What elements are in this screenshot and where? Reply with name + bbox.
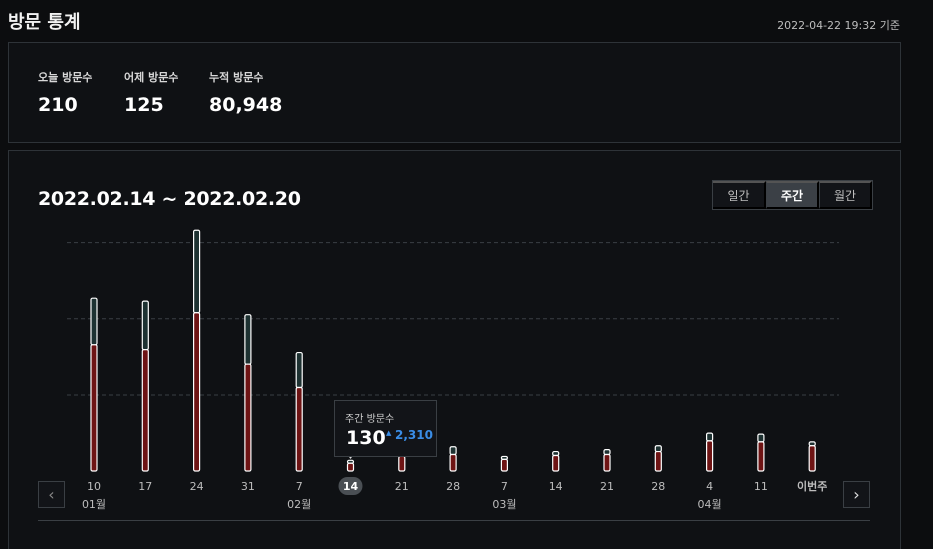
next-page-button[interactable]: ›	[843, 481, 870, 508]
x-tick-label: 28	[446, 480, 460, 493]
chevron-left-icon: ‹	[48, 485, 55, 504]
x-tick-label: 7	[501, 480, 508, 493]
stat-value: 125	[124, 94, 164, 116]
x-tick-label: 24	[190, 480, 204, 493]
stat-today: 오늘 방문수 210	[38, 69, 92, 116]
x-tick-label: 이번주	[797, 479, 827, 493]
month-label: 03월	[492, 498, 516, 511]
x-tick-label: 17	[138, 480, 152, 493]
bar-upper	[705, 432, 714, 442]
bar-lower	[141, 349, 149, 472]
x-tick-label: 7	[296, 480, 303, 493]
stat-label: 어제 방문수	[124, 71, 179, 84]
bar-lower	[705, 440, 714, 472]
stat-total: 누적 방문수 80,948	[209, 69, 282, 116]
month-label: 02월	[287, 498, 311, 511]
stat-value: 80,948	[209, 94, 283, 116]
x-tick-label: 21	[600, 480, 614, 493]
bar-lower	[193, 312, 201, 472]
bar-upper	[603, 449, 611, 456]
bar-lower	[295, 386, 303, 472]
x-tick-label: 28	[651, 480, 665, 493]
chart-tooltip: 주간 방문수 130 ▲ 2,310	[334, 400, 437, 457]
bar-upper	[295, 351, 303, 389]
bar-lower	[552, 454, 560, 472]
bar-upper	[141, 300, 149, 351]
x-tick-label: 31	[241, 480, 255, 493]
stat-label: 오늘 방문수	[38, 71, 93, 84]
summary-card: 오늘 방문수 210 어제 방문수 125 누적 방문수 80,948	[8, 42, 901, 143]
x-tick-label: 14	[549, 480, 563, 493]
tooltip-label: 주간 방문수	[345, 414, 395, 425]
weekly-visits-chart: 10 17 24 31 7 14 21 28 7 14 21 28 4 11 이번주 01월 02월 03월 04월	[67, 229, 839, 511]
chart-card: 2022.02.14 ~ 2022.02.20 일간 주간 월간 10 17 24 3…	[8, 150, 901, 549]
x-tick-label: 10	[87, 480, 101, 493]
bar-upper	[757, 433, 765, 443]
chart-divider	[38, 520, 870, 521]
stat-label: 누적 방문수	[209, 71, 264, 84]
bar-lower	[500, 458, 508, 472]
x-tick-label: 14	[343, 480, 359, 493]
bar-lower	[808, 445, 816, 472]
stat-yesterday: 어제 방문수 125	[124, 69, 178, 116]
bar-lower	[90, 344, 98, 472]
bar-upper	[654, 445, 662, 453]
page-title: 방문 통계	[8, 12, 81, 33]
bar-upper	[449, 446, 457, 456]
bar-upper	[193, 229, 201, 314]
bar-lower	[244, 363, 252, 472]
timestamp: 2022-04-22 19:32 기준	[777, 19, 900, 32]
x-tick-label: 11	[754, 480, 768, 493]
bar-lower	[449, 453, 457, 472]
bar-lower	[603, 453, 611, 472]
chevron-right-icon: ›	[853, 485, 860, 504]
bar-lower	[654, 450, 662, 472]
bar-lower	[757, 441, 765, 472]
month-label: 04월	[698, 498, 722, 511]
bar-lower	[398, 455, 406, 472]
bar-upper	[90, 297, 98, 346]
tooltip-value: 130	[346, 427, 386, 449]
prev-page-button[interactable]: ‹	[38, 481, 65, 508]
tooltip-total: 2,310	[395, 428, 433, 442]
bar-lower	[346, 462, 355, 472]
month-label: 01월	[82, 498, 106, 511]
bar-upper	[244, 314, 252, 365]
stat-value: 210	[38, 94, 78, 116]
x-tick-label: 4	[706, 480, 713, 493]
up-arrow-icon: ▲	[386, 429, 392, 437]
x-tick-label: 21	[395, 480, 409, 493]
